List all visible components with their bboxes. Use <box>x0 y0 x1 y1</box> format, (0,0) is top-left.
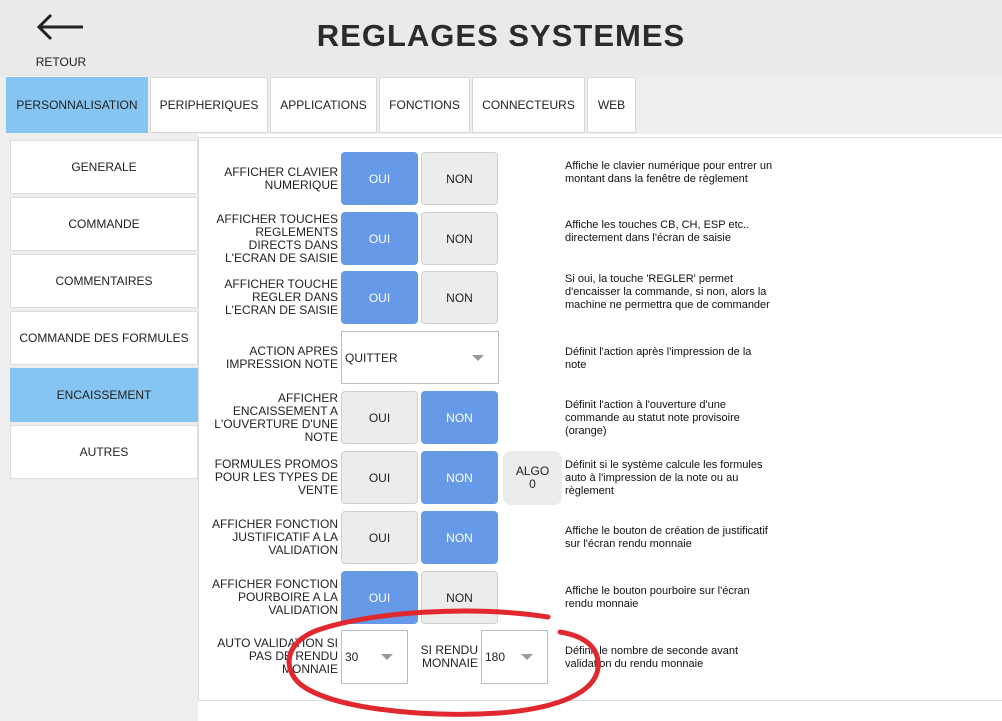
setting-desc-touche-regler: Si oui, la touche 'REGLER' permet d'enca… <box>565 273 770 311</box>
tab-fonctions[interactable]: FONCTIONS <box>379 77 470 133</box>
formules-promos-oui-button[interactable]: OUI <box>341 451 418 504</box>
clavier-oui-button[interactable]: OUI <box>341 152 418 205</box>
si-rendu-monnaie-select[interactable]: 180 <box>481 630 548 684</box>
setting-label-formules-promos: FORMULES PROMOS POUR LES TYPES DE VENTE <box>214 457 338 497</box>
sidebar-item-autres[interactable]: AUTRES <box>10 425 198 479</box>
setting-label-action-apres-impression: ACTION APRES IMPRESSION NOTE <box>225 343 338 371</box>
touches-reglements-non-button[interactable]: NON <box>421 212 498 265</box>
justificatif-non-button[interactable]: NON <box>421 511 498 564</box>
sidebar-item-commande[interactable]: COMMANDE <box>10 197 198 251</box>
encaissement-ouverture-oui-button[interactable]: OUI <box>341 391 418 444</box>
setting-desc-justificatif: Affiche le bouton de création de justifi… <box>565 525 768 550</box>
setting-desc-encaissement-ouverture: Définit l'action à l'ouverture d'une com… <box>565 399 740 437</box>
tab-applications[interactable]: APPLICATIONS <box>270 77 377 133</box>
sidebar-item-encaissement[interactable]: ENCAISSEMENT <box>10 368 198 422</box>
touche-regler-oui-button[interactable]: OUI <box>341 271 418 324</box>
sidebar-item-commentaires[interactable]: COMMENTAIRES <box>10 254 198 308</box>
pourboire-oui-button[interactable]: OUI <box>341 571 418 624</box>
chevron-down-icon <box>521 654 533 660</box>
touches-reglements-oui-button[interactable]: OUI <box>341 212 418 265</box>
setting-desc-action-apres-impression: Définit l'action après l'impression de l… <box>565 346 752 371</box>
setting-label-touches-reglements: AFFICHER TOUCHES REGLEMENTS DIRECTS DANS… <box>216 211 338 265</box>
formules-promos-non-button[interactable]: NON <box>421 451 498 504</box>
back-label: RETOUR <box>35 55 87 69</box>
tab-peripheriques[interactable]: PERIPHERIQUES <box>150 77 268 133</box>
setting-label-justificatif: AFFICHER FONCTION JUSTIFICATIF A LA VALI… <box>212 517 338 557</box>
action-apres-impression-select[interactable]: QUITTER <box>341 331 499 384</box>
select-value: 30 <box>345 650 359 664</box>
setting-desc-auto-validation: Définit le nombre de seconde avant valid… <box>565 645 739 670</box>
setting-label-pourboire: AFFICHER FONCTION POURBOIRE A LA VALIDAT… <box>212 577 338 617</box>
setting-desc-pourboire: Affiche le bouton pourboire sur l'écran … <box>565 585 750 610</box>
tab-bar: PERSONNALISATION PERIPHERIQUES APPLICATI… <box>0 76 1002 134</box>
page-title: REGLAGES SYSTEMES <box>316 18 686 53</box>
sidebar-item-commande-des-formules[interactable]: COMMANDE DES FORMULES <box>10 311 198 365</box>
setting-desc-formules-promos: Définit si le système calcule les formul… <box>565 459 763 497</box>
tab-personnalisation[interactable]: PERSONNALISATION <box>6 77 148 133</box>
setting-label-touche-regler: AFFICHER TOUCHE REGLER DANS L'ECRAN DE S… <box>224 277 338 317</box>
touche-regler-non-button[interactable]: NON <box>421 271 498 324</box>
select-value: QUITTER <box>345 350 398 365</box>
encaissement-ouverture-non-button[interactable]: NON <box>421 391 498 444</box>
justificatif-oui-button[interactable]: OUI <box>341 511 418 564</box>
pourboire-non-button[interactable]: NON <box>421 571 498 624</box>
header-bar: RETOUR REGLAGES SYSTEMES <box>0 0 1002 76</box>
setting-desc-clavier: Affiche le clavier numérique pour entrer… <box>565 160 773 185</box>
tab-web[interactable]: WEB <box>587 77 636 133</box>
si-rendu-monnaie-label: SI RENDU MONNAIE <box>420 643 478 670</box>
setting-label-clavier: AFFICHER CLAVIER NUMERIQUE <box>224 164 338 192</box>
algo-button[interactable]: ALGO 0 <box>503 451 562 505</box>
chevron-down-icon <box>381 654 393 660</box>
sidebar-item-generale[interactable]: GENERALE <box>10 140 198 194</box>
setting-desc-touches-reglements: Affiche les touches CB, CH, ESP etc.. di… <box>565 219 750 244</box>
clavier-non-button[interactable]: NON <box>421 152 498 205</box>
tab-connecteurs[interactable]: CONNECTEURS <box>472 77 585 133</box>
setting-label-auto-validation: AUTO VALIDATION SI PAS DE RENDU MONNAIE <box>217 636 338 676</box>
setting-label-encaissement-ouverture: AFFICHER ENCAISSEMENT A L'OUVERTURE D'UN… <box>214 390 338 444</box>
chevron-down-icon <box>472 354 484 361</box>
select-value: 180 <box>485 650 506 664</box>
algo-value: 0 <box>529 477 536 491</box>
auto-validation-select[interactable]: 30 <box>341 630 408 684</box>
